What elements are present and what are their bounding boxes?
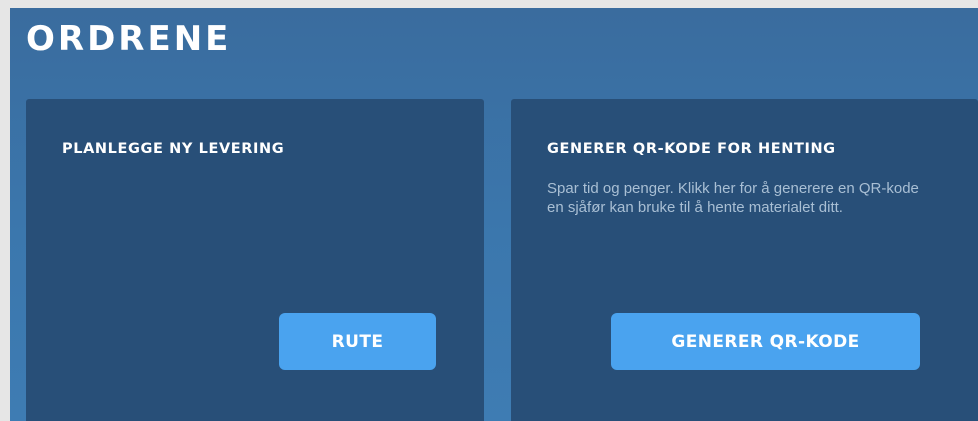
route-button-label: RUTE — [331, 331, 384, 352]
route-button[interactable]: RUTE — [279, 313, 436, 370]
generate-qr-title: GENERER QR-KODE FOR HENTING — [547, 141, 836, 157]
page-title: ORDRENE — [26, 19, 232, 59]
generate-qr-description: Spar tid og penger. Klikk her for å gene… — [547, 180, 919, 216]
generate-qr-button[interactable]: GENERER QR-KODE — [611, 313, 920, 370]
plan-delivery-title: PLANLEGGE NY LEVERING — [62, 141, 285, 157]
orders-panel: ORDRENE PLANLEGGE NY LEVERING RUTE GENER… — [10, 8, 978, 421]
generate-qr-button-label: GENERER QR-KODE — [671, 331, 860, 352]
plan-delivery-card: PLANLEGGE NY LEVERING RUTE — [26, 99, 484, 421]
generate-qr-card: GENERER QR-KODE FOR HENTING Spar tid og … — [511, 99, 978, 421]
